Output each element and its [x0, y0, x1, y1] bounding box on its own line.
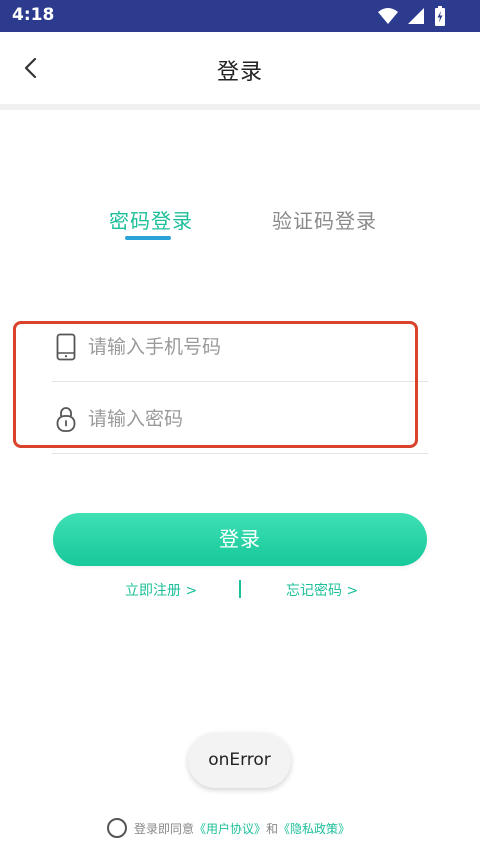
tab-sms-login[interactable]: 验证码登录: [272, 205, 377, 234]
header-divider: [0, 104, 480, 110]
signal-icon: [407, 7, 425, 25]
link-separator: [239, 580, 241, 598]
agreement-and: 和: [266, 821, 279, 836]
tab-password-login[interactable]: 密码登录: [109, 205, 193, 234]
agreement-prefix: 登录即同意: [134, 821, 195, 836]
battery-icon: [434, 6, 446, 26]
agreement-checkbox[interactable]: [107, 818, 127, 838]
app-header: 登录: [0, 32, 480, 106]
agreement-row: 登录即同意 《用户协议》 和 《隐私政策》: [107, 817, 350, 839]
toast-message: onError: [188, 733, 291, 788]
fields-highlight-box: [13, 321, 418, 448]
register-link[interactable]: 立即注册 >: [125, 580, 197, 600]
login-button[interactable]: 登录: [53, 513, 427, 566]
status-bar: 4:18: [0, 0, 480, 32]
privacy-policy-link[interactable]: 《隐私政策》: [278, 820, 350, 837]
wifi-icon: [378, 7, 398, 25]
user-agreement-link[interactable]: 《用户协议》: [194, 820, 266, 837]
forgot-password-link[interactable]: 忘记密码 >: [286, 580, 358, 600]
status-icons: [378, 6, 446, 26]
status-time: 4:18: [12, 5, 55, 25]
tab-indicator: [125, 236, 171, 240]
page-title: 登录: [216, 60, 263, 85]
field-divider: [52, 453, 428, 454]
